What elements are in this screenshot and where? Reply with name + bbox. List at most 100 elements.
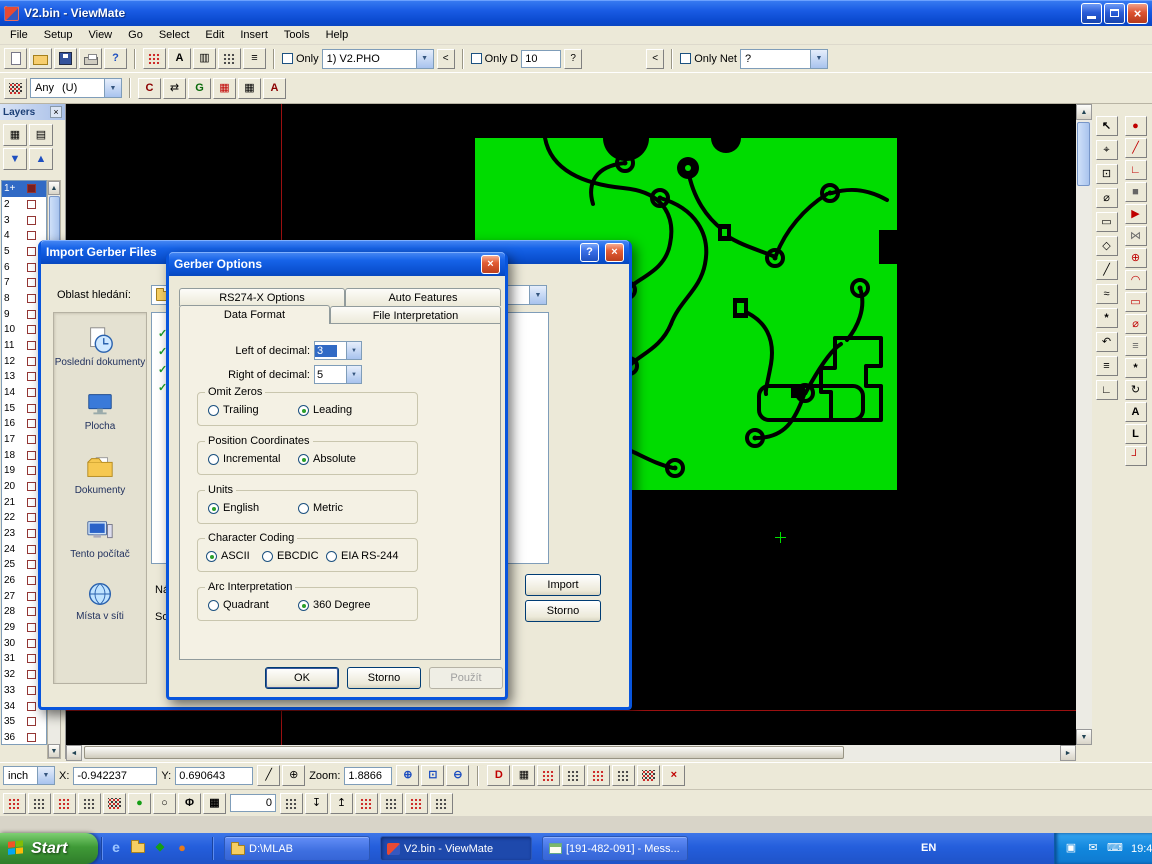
layer-file-combo[interactable]: 1) V2.PHO▼ [322,49,434,69]
asterisk-icon[interactable]: * [1125,358,1147,378]
letter-c-icon[interactable]: C [138,78,161,99]
dcode-wildcard-button[interactable]: ? [564,49,582,69]
unit-combo[interactable]: inch▼ [3,766,55,785]
scroll-up-icon[interactable]: ▲ [48,181,60,195]
mirror-icon[interactable]: ⋈ [1125,226,1147,246]
radio-360-degree[interactable]: 360 Degree [298,599,371,611]
layer-color-swatch[interactable] [27,639,36,648]
diamond-tool-icon[interactable]: ◇ [1096,236,1118,256]
wave-tool-icon[interactable]: ≈ [1096,284,1118,304]
cross-red-icon[interactable]: × [662,765,685,786]
horizontal-scrollbar[interactable]: ◄ ► [66,745,1076,761]
close-button[interactable]: × [1127,3,1148,24]
layer-color-swatch[interactable] [27,357,36,366]
layer-color-swatch[interactable] [27,419,36,428]
layer-color-swatch[interactable] [27,388,36,397]
zoom-out-icon[interactable]: ⊖ [446,765,469,786]
layers-table-icon[interactable]: ▤ [29,124,53,146]
menu-select[interactable]: Select [151,27,198,43]
layer-color-swatch[interactable] [27,686,36,695]
layer-color-swatch[interactable] [27,654,36,663]
place-recent-documents[interactable]: Poslední dokumenty [54,325,146,369]
star-tool-icon[interactable]: * [1096,308,1118,328]
layer-row[interactable]: 36 [2,730,46,745]
anchor-down-icon[interactable]: ↧ [305,793,328,814]
dcode-red-icon[interactable]: D [487,765,510,786]
layer-color-swatch[interactable] [27,702,36,711]
origin-icon[interactable]: ⊕ [282,765,305,786]
layer-color-swatch[interactable] [27,607,36,616]
letter-g-icon[interactable]: G [188,78,211,99]
pattern-s2-icon[interactable] [28,793,51,814]
step-value-field[interactable]: 0 [230,794,276,812]
tab-data-format[interactable]: Data Format [179,305,330,324]
text-a-icon[interactable]: A [1125,402,1147,422]
menu-help[interactable]: Help [318,27,357,43]
dialog-close-button[interactable]: × [605,243,624,262]
phi-icon[interactable]: Φ [178,793,201,814]
vertical-scrollbar[interactable]: ▲ ▼ [1076,104,1092,745]
ok-button[interactable]: OK [265,667,339,689]
layer-color-swatch[interactable] [27,576,36,585]
menu-view[interactable]: View [80,27,120,43]
layer-color-swatch[interactable] [27,263,36,272]
rect-red-icon[interactable]: ▭ [1125,292,1147,312]
tab-rs274x-options[interactable]: RS274-X Options [179,288,345,306]
layer-color-swatch[interactable] [27,545,36,554]
zoom-in-icon[interactable]: ⊕ [396,765,419,786]
right-of-decimal-combo[interactable]: 5 ▼ [314,365,362,384]
layer-color-swatch[interactable] [27,623,36,632]
minimize-button[interactable] [1081,3,1102,24]
radio-absolute[interactable]: Absolute [298,453,356,465]
report-list-icon[interactable]: ≡ [243,48,266,69]
radio-ascii[interactable]: ASCII [206,550,250,562]
prev-dcode-button[interactable]: < [646,49,664,69]
layer-row[interactable]: 1+ [2,181,46,197]
new-file-icon[interactable] [4,48,27,69]
save-file-icon[interactable] [54,48,77,69]
layer-color-swatch[interactable] [27,294,36,303]
rect-tool-icon[interactable]: ▭ [1096,212,1118,232]
layers-panel-header[interactable]: Layers × [0,104,65,120]
step-gray-icon[interactable]: ≡ [1125,336,1147,356]
layer-color-swatch[interactable] [27,592,36,601]
scroll-down-icon[interactable]: ▼ [48,744,60,758]
target-red-icon[interactable]: ⊕ [1125,248,1147,268]
start-button[interactable]: Start [0,833,98,864]
layers-close-button[interactable]: × [50,106,62,118]
keyboard-tray-icon[interactable]: ⌨ [1105,839,1125,859]
tab-auto-features[interactable]: Auto Features [345,288,501,306]
layer-color-swatch[interactable] [27,231,36,240]
place-documents[interactable]: Dokumenty [54,453,146,497]
shield-icon[interactable]: ◆ [150,837,170,857]
radio-eia-rs244[interactable]: EIA RS-244 [326,550,398,562]
prev-layer-button[interactable]: < [437,49,455,69]
layer-color-swatch[interactable] [27,404,36,413]
pattern-s3-icon[interactable] [53,793,76,814]
menu-setup[interactable]: Setup [36,27,81,43]
only-net-checkbox[interactable]: Only [680,53,717,65]
filled-square-icon[interactable]: ■ [1125,182,1147,202]
layer-color-swatch[interactable] [27,466,36,475]
dialog-close-button[interactable]: × [481,255,500,274]
pattern-d1-icon[interactable] [380,793,403,814]
corner-icon[interactable]: ∟ [1096,380,1118,400]
slash-tool-icon[interactable]: ╱ [1096,260,1118,280]
cancel-button[interactable]: Storno [347,667,421,689]
anchor-up-icon[interactable]: ↥ [330,793,353,814]
net-combo[interactable]: ?▼ [740,49,828,69]
flash-red-icon[interactable]: ● [1125,116,1147,136]
taskbar-task-mlab[interactable]: D:\MLAB [224,836,370,861]
zoom-box-icon[interactable]: ⊡ [1096,164,1118,184]
measure-red-icon[interactable]: ⌀ [1125,314,1147,334]
place-network[interactable]: Místa v síti [54,579,146,623]
arc-red-icon[interactable]: ◠ [1125,270,1147,290]
scroll-down-icon[interactable]: ▼ [1076,729,1092,745]
layer-color-swatch[interactable] [27,560,36,569]
layer-color-swatch[interactable] [27,498,36,507]
circle-outline-icon[interactable]: ○ [153,793,176,814]
layer-color-swatch[interactable] [27,278,36,287]
layer-color-swatch[interactable] [27,247,36,256]
scroll-left-icon[interactable]: ◄ [66,745,82,761]
pattern-r2-icon[interactable] [405,793,428,814]
